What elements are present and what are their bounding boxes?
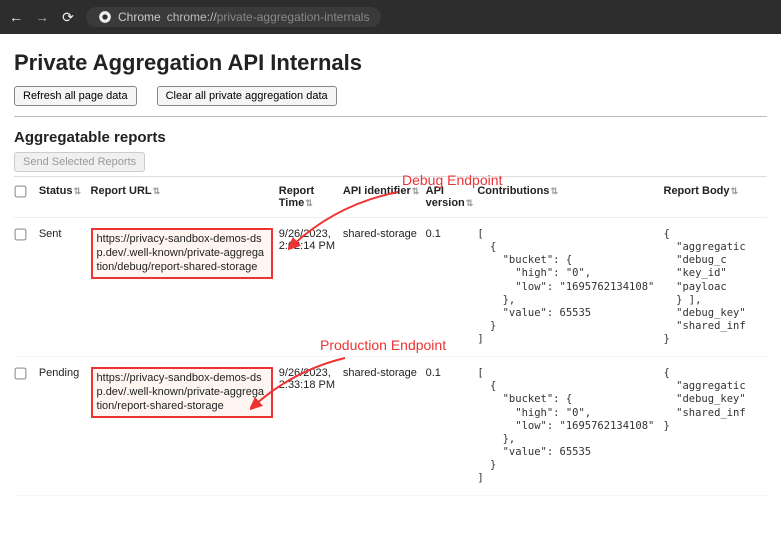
row-status: Sent — [39, 218, 91, 357]
header-api-id[interactable]: API identifier⇅ — [343, 177, 426, 218]
row-api-ver: 0.1 — [426, 357, 478, 496]
contrib-json: [ { "bucket": { "high": "0", "low": "169… — [477, 367, 657, 485]
sort-icon: ⇅ — [153, 186, 161, 196]
row-checkbox[interactable] — [14, 218, 39, 357]
address-bar-url: chrome://private-aggregation-internals — [167, 10, 370, 24]
header-api-ver[interactable]: API version⇅ — [426, 177, 478, 218]
header-contrib-label: Contributions — [477, 185, 549, 197]
table-row: Sent https://privacy-sandbox-demos-dsp.d… — [14, 218, 767, 357]
row-url: https://privacy-sandbox-demos-dsp.dev/.w… — [91, 218, 279, 357]
header-url[interactable]: Report URL⇅ — [91, 177, 279, 218]
body-json: { "aggregatic "debug_c "key_id" "payloac… — [664, 228, 762, 346]
sort-icon: ⇅ — [305, 198, 313, 208]
row-api-id: shared-storage — [343, 218, 426, 357]
sort-icon: ⇅ — [73, 186, 81, 196]
row-body: { "aggregatic "debug_c "key_id" "payloac… — [664, 218, 768, 357]
browser-toolbar: ← → ⟳ Chrome chrome://private-aggregatio… — [0, 0, 781, 34]
url-highlight-box: https://privacy-sandbox-demos-dsp.dev/.w… — [91, 228, 273, 279]
url-scheme: chrome:// — [167, 10, 217, 24]
row-time: 9/26/2023, 2:33:18 PM — [279, 357, 343, 496]
section-title: Aggregatable reports — [14, 129, 767, 146]
header-time[interactable]: Report Time⇅ — [279, 177, 343, 218]
row-checkbox[interactable] — [14, 357, 39, 496]
sort-icon: ⇅ — [412, 186, 420, 196]
address-bar[interactable]: Chrome chrome://private-aggregation-inte… — [86, 7, 381, 27]
forward-icon: → — [34, 9, 50, 25]
page-body: Private Aggregation API Internals Refres… — [0, 34, 781, 506]
page-title: Private Aggregation API Internals — [14, 50, 767, 76]
address-bar-label: Chrome — [118, 10, 161, 24]
body-json: { "aggregatic "debug_key" "shared_inf } — [664, 367, 762, 433]
header-contrib[interactable]: Contributions⇅ — [477, 177, 663, 218]
action-button-row: Refresh all page data Clear all private … — [14, 86, 767, 106]
header-body[interactable]: Report Body⇅ — [664, 177, 768, 218]
reports-table: Status⇅ Report URL⇅ Report Time⇅ API ide… — [14, 176, 767, 496]
send-selected-button: Send Selected Reports — [14, 152, 145, 172]
row-time: 9/26/2023, 2:02:14 PM — [279, 218, 343, 357]
chrome-icon — [98, 10, 112, 24]
back-icon[interactable]: ← — [8, 9, 24, 25]
refresh-button[interactable]: Refresh all page data — [14, 86, 137, 106]
url-path: private-aggregation-internals — [217, 10, 370, 24]
header-status[interactable]: Status⇅ — [39, 177, 91, 218]
header-body-label: Report Body — [664, 185, 730, 197]
url-highlight-box: https://privacy-sandbox-demos-dsp.dev/.w… — [91, 367, 273, 418]
sort-icon: ⇅ — [731, 186, 739, 196]
row-contrib: [ { "bucket": { "high": "0", "low": "169… — [477, 218, 663, 357]
divider — [14, 116, 767, 117]
row-api-ver: 0.1 — [426, 218, 478, 357]
table-header-row: Status⇅ Report URL⇅ Report Time⇅ API ide… — [14, 177, 767, 218]
contrib-json: [ { "bucket": { "high": "0", "low": "169… — [477, 228, 657, 346]
header-checkbox[interactable] — [14, 177, 39, 218]
row-status: Pending — [39, 357, 91, 496]
row-url: https://privacy-sandbox-demos-dsp.dev/.w… — [91, 357, 279, 496]
reload-icon[interactable]: ⟳ — [60, 9, 76, 26]
sort-icon: ⇅ — [466, 198, 474, 208]
header-api-id-label: API identifier — [343, 185, 411, 197]
row-body: { "aggregatic "debug_key" "shared_inf } — [664, 357, 768, 496]
row-api-id: shared-storage — [343, 357, 426, 496]
clear-button[interactable]: Clear all private aggregation data — [157, 86, 337, 106]
row-contrib: [ { "bucket": { "high": "0", "low": "169… — [477, 357, 663, 496]
header-api-ver-label: API version — [426, 185, 465, 209]
sort-icon: ⇅ — [550, 186, 558, 196]
header-status-label: Status — [39, 185, 73, 197]
table-row: Pending https://privacy-sandbox-demos-ds… — [14, 357, 767, 496]
header-url-label: Report URL — [91, 185, 152, 197]
